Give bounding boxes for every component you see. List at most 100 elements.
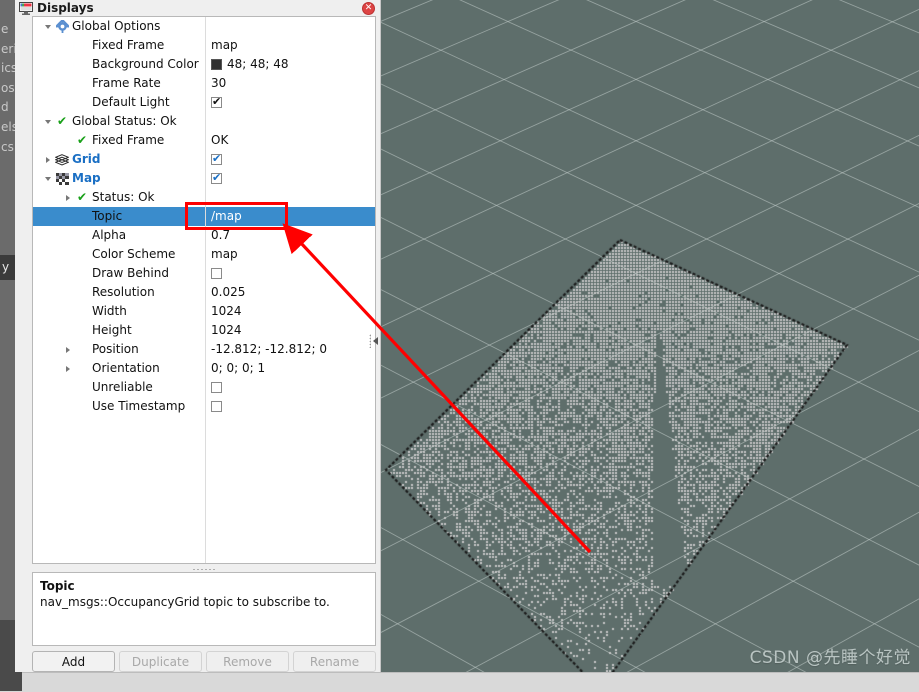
tree-row[interactable]: Use Timestamp	[33, 397, 375, 416]
tree-row-value-cell[interactable]: 48; 48; 48	[206, 55, 375, 74]
checkbox[interactable]	[211, 152, 222, 165]
tree-row-value-cell[interactable]	[206, 93, 375, 112]
checkbox[interactable]	[211, 382, 222, 393]
chevron-down-icon[interactable]	[41, 17, 54, 36]
tree-row-name-cell: Resolution	[33, 283, 233, 302]
tree-row-label: Global Options	[72, 19, 161, 33]
checkbox[interactable]	[211, 268, 222, 279]
tree-row-value-cell[interactable]: map	[206, 245, 375, 264]
tree-row-label: Alpha	[92, 228, 127, 242]
tree-column-divider	[205, 17, 206, 563]
tree-row-value-cell[interactable]	[206, 378, 375, 397]
tree-row[interactable]: ✔ Fixed Frame OK	[33, 131, 375, 150]
color-swatch[interactable]	[211, 59, 222, 70]
chevron-down-icon[interactable]	[41, 169, 54, 188]
tree-row[interactable]: Frame Rate 30	[33, 74, 375, 93]
tree-row-label: Fixed Frame	[92, 133, 165, 147]
render-viewport[interactable]: CSDN @先睡个好觉	[381, 0, 919, 672]
check-ok-icon: ✔	[76, 133, 88, 147]
tree-row-name-cell: Default Light	[33, 93, 233, 112]
tree-row-value: 48; 48; 48	[227, 57, 289, 71]
tree-row-value-cell[interactable]	[206, 169, 375, 188]
rviz-window: e eric ics osp d els cs y CSDN @先睡个好觉 Displays…	[0, 0, 919, 692]
tree-row[interactable]: Width 1024	[33, 302, 375, 321]
tree-row-value-cell[interactable]	[206, 264, 375, 283]
remove-button: Remove	[206, 651, 289, 672]
tree-row-name-cell: Global Options	[33, 17, 213, 36]
tree-row[interactable]: ✔ Global Status: Ok	[33, 112, 375, 131]
tree-row[interactable]: Orientation 0; 0; 0; 1	[33, 359, 375, 378]
checkbox[interactable]	[211, 401, 222, 412]
tree-row-label: Orientation	[92, 361, 160, 375]
tree-row[interactable]: Grid	[33, 150, 375, 169]
grid-icon	[54, 150, 70, 169]
tree-row-value-cell[interactable]: 1024	[206, 321, 375, 340]
tree-row-name-cell: Background Color	[33, 55, 233, 74]
chevron-right-icon[interactable]	[61, 359, 74, 378]
tree-row-value-cell[interactable]: 0; 0; 0; 1	[206, 359, 375, 378]
chevron-right-icon[interactable]	[61, 188, 74, 207]
tree-row-value-cell[interactable]: 30	[206, 74, 375, 93]
dock-collapse-handle[interactable]	[366, 330, 381, 352]
tree-row-value: -12.812; -12.812; 0	[211, 342, 327, 356]
tree-row-value-cell[interactable]	[206, 150, 375, 169]
tree-row[interactable]: Color Scheme map	[33, 245, 375, 264]
tree-row[interactable]: Background Color 48; 48; 48	[33, 55, 375, 74]
tree-row[interactable]: Map	[33, 169, 375, 188]
tree-row-value-cell[interactable]: -12.812; -12.812; 0	[206, 340, 375, 359]
tree-row[interactable]: Height 1024	[33, 321, 375, 340]
tree-row-name-cell: ✔ Fixed Frame	[33, 131, 233, 150]
tree-row[interactable]: Position -12.812; -12.812; 0	[33, 340, 375, 359]
tree-row[interactable]: Default Light	[33, 93, 375, 112]
displays-panel: Displays ✕ Global Options Fixed Frame map B…	[15, 0, 381, 672]
chevron-right-icon[interactable]	[41, 150, 54, 169]
tree-row[interactable]: Draw Behind	[33, 264, 375, 283]
tree-row-name-cell: Color Scheme	[33, 245, 233, 264]
tree-row-value-cell[interactable]	[206, 112, 375, 131]
tree-row-value-cell[interactable]	[206, 397, 375, 416]
tree-row-value-cell[interactable]: OK	[206, 131, 375, 150]
map-icon	[54, 169, 70, 188]
tree-row[interactable]: Unreliable	[33, 378, 375, 397]
display-tree[interactable]: Global Options Fixed Frame map Background C…	[32, 16, 376, 564]
tree-row-label: Map	[72, 171, 101, 185]
tree-row-value-cell[interactable]: 0.025	[206, 283, 375, 302]
button-row: Add Duplicate Remove Rename	[32, 651, 376, 672]
tree-row-label: Fixed Frame	[92, 38, 165, 52]
add-button[interactable]: Add	[32, 651, 115, 672]
panel-splitter[interactable]	[32, 565, 376, 572]
tree-row[interactable]: Fixed Frame map	[33, 36, 375, 55]
close-icon[interactable]: ✕	[362, 1, 375, 15]
checkbox[interactable]	[211, 171, 222, 184]
chevron-down-icon[interactable]	[41, 112, 54, 131]
tree-row-label: Color Scheme	[92, 247, 176, 261]
tree-row-name-cell: Position	[33, 340, 233, 359]
tree-row-value-cell[interactable]: 1024	[206, 302, 375, 321]
tree-row-label: Height	[92, 323, 132, 337]
tree-row-label: Draw Behind	[92, 266, 169, 280]
chevron-left-icon	[373, 337, 378, 345]
chevron-right-icon[interactable]	[61, 340, 74, 359]
gear-icon	[54, 17, 70, 36]
tree-row-name-cell: Unreliable	[33, 378, 233, 397]
checkbox[interactable]	[211, 95, 222, 108]
tree-row[interactable]: Global Options	[33, 17, 375, 36]
tree-row[interactable]: Resolution 0.025	[33, 283, 375, 302]
tree-row-value-cell[interactable]	[206, 17, 375, 36]
tree-row-name-cell: Map	[33, 169, 213, 188]
tree-row-value-cell[interactable]: map	[206, 36, 375, 55]
